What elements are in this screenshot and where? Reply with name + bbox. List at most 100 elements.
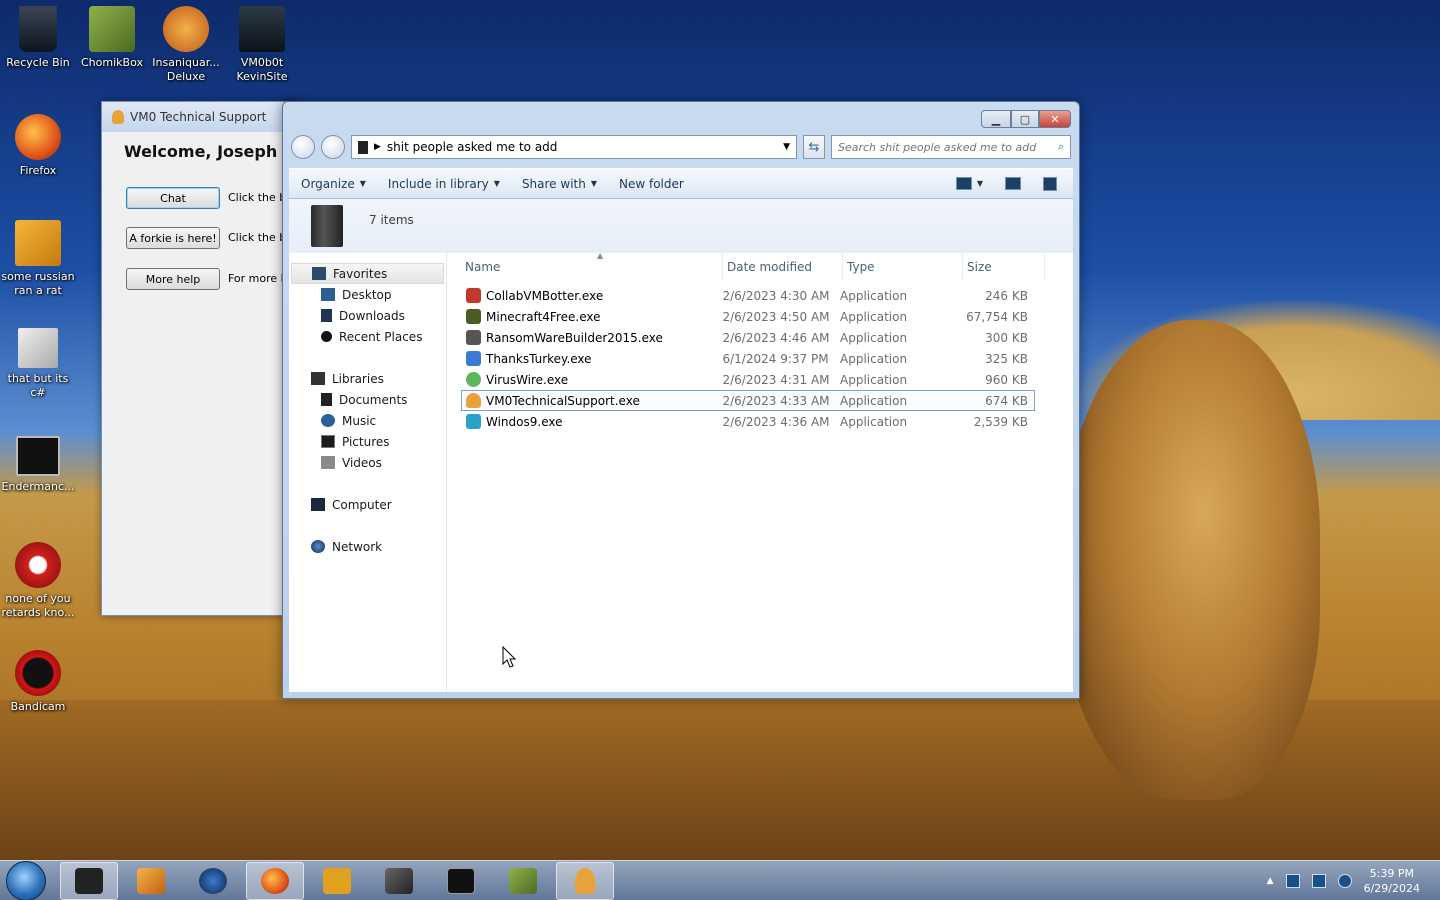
nav-videos[interactable]: Videos (289, 452, 446, 473)
refresh-button[interactable]: ⇆ (803, 135, 825, 159)
search-input[interactable] (838, 140, 1058, 154)
nav-music[interactable]: Music (289, 410, 446, 431)
include-in-library-button[interactable]: Include in library ▼ (388, 177, 500, 191)
chat-hint: Click the bu (228, 191, 288, 204)
desktop-icon-russian-rat[interactable]: some russian ran a rat (0, 220, 76, 298)
table-row[interactable]: ThanksTurkey.exe 6/1/2024 9:37 PM Applic… (461, 348, 1035, 369)
file-name: Minecraft4Free.exe (486, 309, 601, 324)
forkie-button[interactable]: A forkie is here! (126, 227, 220, 249)
column-header-type[interactable]: Type (843, 253, 963, 280)
libraries-icon (311, 372, 325, 385)
table-row[interactable]: VirusWire.exe 2/6/2023 4:31 AM Applicati… (461, 369, 1035, 390)
start-button[interactable] (6, 860, 46, 900)
chevron-down-icon[interactable]: ▼ (783, 142, 790, 152)
taskbar-app-globe[interactable] (184, 862, 242, 900)
column-header-size[interactable]: Size (963, 253, 1045, 280)
taskbar-app-media-player[interactable] (122, 862, 180, 900)
file-date: 2/6/2023 4:30 AM (722, 288, 830, 303)
table-row[interactable]: CollabVMBotter.exe 2/6/2023 4:30 AM Appl… (461, 285, 1035, 306)
desktop-icon-recycle-bin[interactable]: Recycle Bin (0, 6, 76, 70)
file-date: 6/1/2024 9:37 PM (722, 351, 829, 366)
taskbar-app-windows-stack[interactable] (370, 862, 428, 900)
taskbar-app-chomikbox[interactable] (494, 862, 552, 900)
desktop-icon-insaniquarium[interactable]: Insaniquar... Deluxe (148, 6, 224, 84)
background-haybale (1060, 320, 1320, 800)
clock[interactable]: 5:39 PM 6/29/2024 (1364, 866, 1420, 896)
nav-desktop[interactable]: Desktop (289, 284, 446, 305)
table-row[interactable]: Windos9.exe 2/6/2023 4:36 AM Application… (461, 411, 1035, 432)
table-row[interactable]: Minecraft4Free.exe 2/6/2023 4:50 AM Appl… (461, 306, 1035, 327)
address-path: shit people asked me to add (386, 140, 558, 154)
documents-icon (321, 393, 332, 406)
organize-button[interactable]: Organize ▼ (301, 177, 366, 191)
desktop-icon-csharp[interactable]: that but its c# (0, 328, 76, 400)
desktop-icon-chomikbox[interactable]: ChomikBox (74, 6, 150, 70)
close-button[interactable]: ✕ (1039, 110, 1071, 128)
new-folder-button[interactable]: New folder (619, 177, 684, 191)
change-view-button[interactable]: ▼ (955, 177, 983, 190)
column-header-name[interactable]: Name (461, 253, 723, 280)
desktop-icon-none-of-you[interactable]: none of you retards kno... (0, 542, 76, 620)
system-tray: ▲ 5:39 PM 6/29/2024 (1267, 866, 1440, 896)
chat-button[interactable]: Chat (126, 187, 220, 209)
file-size: 300 KB (985, 330, 1028, 345)
navigation-pane[interactable]: Favorites Desktop Downloads Recent Place… (289, 253, 447, 692)
nav-computer[interactable]: Computer (289, 494, 446, 515)
star-icon (312, 267, 326, 280)
file-name: Windos9.exe (486, 414, 563, 429)
view-icon (955, 177, 972, 190)
nav-libraries[interactable]: Libraries (289, 368, 446, 389)
nav-documents[interactable]: Documents (289, 389, 446, 410)
network-tray-icon[interactable] (1337, 873, 1352, 888)
table-row[interactable]: RansomWareBuilder2015.exe 2/6/2023 4:46 … (461, 327, 1035, 348)
pictures-icon (321, 435, 335, 448)
mouse-cursor-icon (502, 646, 517, 668)
column-header-date[interactable]: Date modified (723, 253, 843, 280)
search-box[interactable]: ⌕ (831, 135, 1071, 159)
share-with-button[interactable]: Share with ▼ (522, 177, 597, 191)
taskbar-app-firefox[interactable] (246, 861, 304, 900)
vm0b0t-icon (239, 6, 285, 52)
desktop-icon-endermanch[interactable]: Endermanc... (0, 436, 76, 494)
address-bar[interactable]: ▶ shit people asked me to add ▼ (351, 135, 797, 159)
file-type: Application (840, 288, 908, 303)
sort-ascending-icon: ▲ (597, 251, 604, 260)
explorer-window[interactable]: ▁ ▢ ✕ ▶ shit people asked me to add ▼ ⇆ … (282, 101, 1080, 699)
support-icon (466, 393, 481, 408)
back-button[interactable] (291, 135, 315, 159)
taskbar-app-terminal[interactable] (432, 862, 490, 900)
preview-pane-icon[interactable] (1005, 177, 1021, 190)
support-window[interactable]: VM0 Technical Support Welcome, Joseph B … (101, 101, 301, 616)
more-help-hint: For more he (228, 272, 288, 285)
show-hidden-icons-icon[interactable]: ▲ (1267, 876, 1274, 886)
desktop-icon-vm0b0t[interactable]: VM0b0t KevinSite (224, 6, 300, 84)
nav-downloads[interactable]: Downloads (289, 305, 446, 326)
display-icon[interactable] (1311, 873, 1326, 888)
nav-recent-places[interactable]: Recent Places (289, 326, 446, 347)
nav-favorites[interactable]: Favorites (291, 263, 444, 284)
desktop-icon-bandicam[interactable]: Bandicam (0, 650, 76, 714)
support-window-titlebar[interactable]: VM0 Technical Support (102, 102, 300, 132)
desktop-icon-firefox[interactable]: Firefox (0, 114, 76, 178)
recycle-bin-icon (19, 6, 57, 52)
navigation-row: ▶ shit people asked me to add ▼ ⇆ ⌕ (291, 134, 1071, 160)
file-size: 2,539 KB (973, 414, 1028, 429)
action-center-icon[interactable] (1285, 873, 1300, 888)
minimize-button[interactable]: ▁ (981, 110, 1011, 128)
help-icon[interactable] (1043, 176, 1057, 191)
breadcrumb-chevron-icon: ▶ (374, 142, 381, 152)
folder-large-icon (311, 205, 343, 247)
taskbar-app-support[interactable] (556, 861, 614, 900)
taskbar-app-explorer[interactable] (60, 861, 118, 900)
file-list[interactable]: ▲ Name Date modified Type Size CollabVMB… (447, 251, 1073, 692)
forward-button[interactable] (321, 135, 345, 159)
bandicam-icon (15, 650, 61, 696)
taskbar-app-de[interactable] (308, 862, 366, 900)
app-icon (15, 220, 61, 266)
nav-network[interactable]: Network (289, 536, 446, 557)
more-help-button[interactable]: More help (126, 268, 220, 290)
file-size: 325 KB (985, 351, 1028, 366)
maximize-button[interactable]: ▢ (1011, 110, 1039, 128)
table-row-selected[interactable]: VM0TechnicalSupport.exe 2/6/2023 4:33 AM… (461, 390, 1035, 411)
nav-pictures[interactable]: Pictures (289, 431, 446, 452)
